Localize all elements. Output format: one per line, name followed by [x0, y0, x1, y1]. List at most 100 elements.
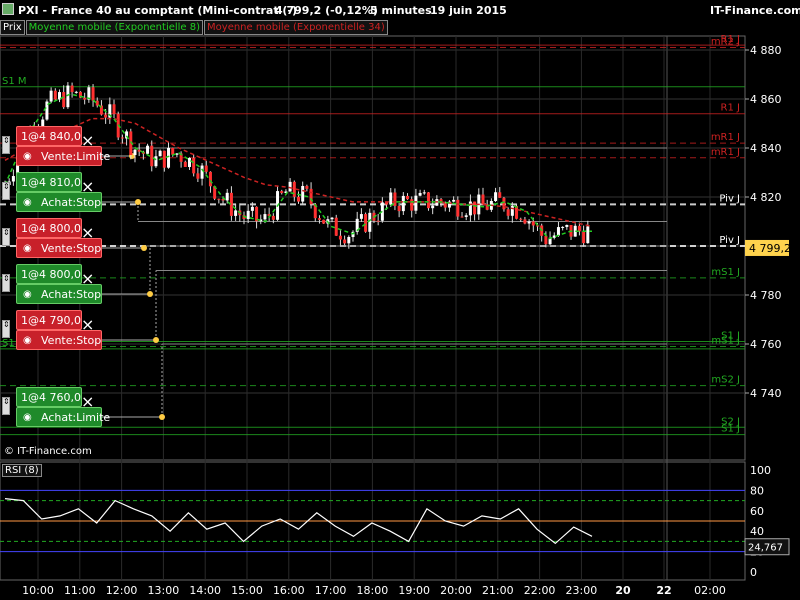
candle-body	[297, 196, 300, 202]
eye-icon[interactable]: ◉	[23, 289, 32, 300]
ema8-line	[4, 93, 592, 240]
time-axis-label: 22	[656, 584, 671, 597]
order-type-tag[interactable]: ◉ Vente:Limite	[16, 146, 110, 166]
order-type-label: Achat:Stop	[41, 196, 102, 209]
candle-body	[271, 215, 275, 220]
rsi-label[interactable]: RSI (8)	[2, 464, 42, 477]
candle-body	[473, 201, 477, 215]
order-quantity-tag[interactable]: 1@4 760,0	[16, 387, 82, 407]
order-quantity-tag[interactable]: 1@4 810,0	[16, 172, 82, 192]
candle-body	[158, 150, 162, 157]
candle-body	[187, 157, 191, 167]
eye-icon[interactable]: ◉	[23, 243, 32, 254]
order-quantity-tag[interactable]: 1@4 800,0	[16, 218, 82, 238]
order-drag-handle[interactable]: ⇕	[2, 136, 10, 154]
time-axis-label: 19:00	[398, 584, 430, 597]
current-price-label: 4 799,2	[749, 242, 791, 255]
candle-body	[359, 214, 363, 219]
time-axis-label: 20:00	[440, 584, 472, 597]
order-quantity-tag[interactable]: 1@4 800,0	[16, 264, 82, 284]
candle-body	[146, 145, 150, 154]
candle-body	[234, 210, 238, 216]
candle-body	[150, 145, 154, 167]
pivot-level-label: Piv J	[719, 193, 740, 204]
order-quantity-label: 1@4 840,0	[21, 130, 81, 143]
candle-body	[120, 137, 124, 139]
order-type-label: Vente:Limite	[41, 150, 111, 163]
order-type-tag[interactable]: ◉ Achat:Limite	[16, 407, 110, 427]
candle-body	[481, 194, 485, 205]
candle-body	[464, 215, 468, 217]
candle-body	[192, 157, 196, 174]
pivot-level-label: mR2 J	[711, 37, 740, 48]
time-axis-label: 13:00	[148, 584, 180, 597]
eye-icon[interactable]: ◉	[23, 151, 32, 162]
order-anchor-dot[interactable]	[159, 414, 165, 420]
order-type-tag[interactable]: ◉ Achat:Stop	[16, 192, 102, 212]
order-anchor-dot[interactable]	[147, 291, 153, 297]
order-drag-handle[interactable]: ⇕	[2, 228, 10, 246]
candle-body	[208, 171, 212, 187]
chart-canvas[interactable]: R1 JmR2 JS1 MR1 JmR1 JmR1 JPiv JPiv JmS1…	[0, 0, 800, 600]
pivot-level-label: mS1 J	[711, 267, 740, 278]
order-type-label: Achat:Limite	[41, 411, 111, 424]
order-drag-handle[interactable]: ⇕	[2, 274, 10, 292]
eye-icon[interactable]: ◉	[23, 412, 32, 423]
pivot-level-label: Piv J	[719, 235, 740, 246]
candle-body	[53, 90, 57, 100]
candle-body	[410, 199, 414, 211]
candle-body	[11, 176, 15, 182]
watermark: © IT-Finance.com	[4, 446, 92, 457]
order-quantity-label: 1@4 810,0	[21, 176, 81, 189]
candle-body	[49, 90, 53, 102]
candle-body	[401, 195, 405, 212]
eye-icon[interactable]: ◉	[23, 197, 32, 208]
rsi-axis-label: 0	[750, 566, 757, 579]
price-axis-label: 4 880	[750, 44, 782, 57]
candle-body	[519, 218, 523, 220]
order-anchor-dot[interactable]	[135, 199, 141, 205]
order-drag-handle[interactable]: ⇕	[2, 182, 10, 200]
candle-body	[515, 206, 519, 219]
time-axis-label: 11:00	[64, 584, 96, 597]
candle-body	[443, 203, 447, 208]
eye-icon[interactable]: ◉	[23, 335, 32, 346]
candle-body	[330, 217, 334, 220]
order-quantity-tag[interactable]: 1@4 840,0	[16, 126, 82, 146]
candle-body	[347, 237, 351, 244]
time-axis-label: 10:00	[22, 584, 54, 597]
candle-body	[561, 226, 565, 228]
order-drag-handle[interactable]: ⇕	[2, 397, 10, 415]
candle-body	[322, 219, 326, 224]
candle-body	[343, 239, 347, 244]
order-anchor-dot[interactable]	[141, 245, 147, 251]
order-type-label: Vente:Stop	[41, 242, 102, 255]
candle-body	[288, 181, 292, 192]
price-axis-label: 4 860	[750, 93, 782, 106]
candle-body	[397, 205, 401, 212]
order-type-tag[interactable]: ◉ Vente:Stop	[16, 330, 102, 350]
candle-body	[91, 87, 95, 101]
order-type-tag[interactable]: ◉ Achat:Stop	[16, 284, 102, 304]
candle-body	[167, 147, 171, 168]
candle-body	[494, 192, 498, 201]
time-axis-label: 18:00	[357, 584, 389, 597]
price-axis-label: 4 840	[750, 142, 782, 155]
candle-body	[62, 92, 66, 108]
candle-body	[171, 147, 175, 155]
candle-body	[196, 173, 200, 179]
time-axis-label: 23:00	[566, 584, 598, 597]
order-drag-handle[interactable]: ⇕	[2, 320, 10, 338]
time-axis-label: 17:00	[315, 584, 347, 597]
time-axis-label: 12:00	[106, 584, 138, 597]
candle-body	[422, 192, 426, 194]
candle-body	[250, 206, 254, 211]
order-type-tag[interactable]: ◉ Vente:Stop	[16, 238, 102, 258]
candle-body	[83, 97, 87, 100]
order-quantity-tag[interactable]: 1@4 790,0	[16, 310, 82, 330]
price-axis-label: 4 740	[750, 387, 782, 400]
pivot-level-label: S1 M	[2, 76, 27, 87]
order-anchor-dot[interactable]	[153, 337, 159, 343]
pivot-level-label: mR1 J	[711, 132, 740, 143]
candle-body	[280, 191, 284, 194]
